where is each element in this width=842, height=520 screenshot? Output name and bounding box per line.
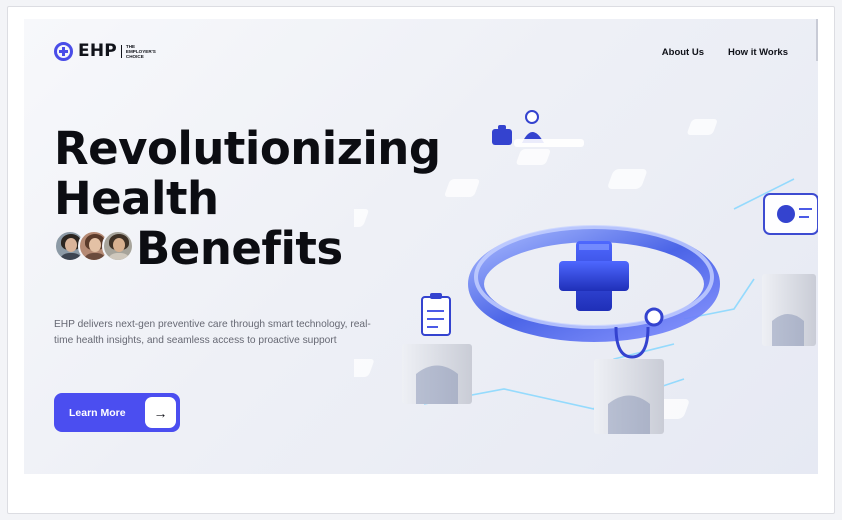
- logo-cross-icon: [54, 41, 73, 61]
- ehp-logo[interactable]: EHP THE EMPLOYER'S CHOICE: [54, 41, 158, 61]
- avatar: [102, 230, 134, 262]
- top-nav: About Us How it Works: [662, 47, 788, 58]
- avatar-group: [54, 230, 134, 262]
- hero-subtext: EHP delivers next-gen preventive care th…: [54, 319, 371, 346]
- medical-cross-icon: [559, 241, 629, 311]
- learn-more-label: Learn More: [69, 406, 126, 419]
- hero-section: EHP THE EMPLOYER'S CHOICE About Us How i…: [24, 19, 818, 474]
- logo-tagline-line: EMPLOYER'S: [125, 48, 156, 54]
- nav-link-how-it-works[interactable]: How it Works: [728, 47, 788, 58]
- nav-link-about-us[interactable]: About Us: [662, 47, 704, 58]
- health-card-icon: [763, 193, 818, 235]
- headline-line-1: Revolutionizing: [54, 122, 441, 175]
- clipboard-pillar: [402, 293, 472, 404]
- headline-line-2: Health: [54, 172, 219, 225]
- health-card-pillar: [762, 193, 818, 346]
- doctor-figure-icon: [492, 110, 584, 147]
- logo-text: EHP: [78, 41, 117, 61]
- headline-line-3-wrap: Benefits: [54, 224, 441, 274]
- nav-edge-divider: [816, 19, 818, 61]
- logo-tagline: THE EMPLOYER'S CHOICE: [126, 44, 158, 59]
- logo-divider: [120, 44, 122, 58]
- learn-more-button[interactable]: Learn More →: [54, 393, 180, 432]
- clipboard-icon: [421, 293, 451, 336]
- logo-tagline-line: CHOICE: [125, 53, 144, 59]
- headline-line-3: Benefits: [136, 222, 343, 275]
- arrow-right-icon: →: [145, 397, 176, 428]
- hero-headline: Revolutionizing Health Benefits: [54, 124, 441, 274]
- browser-frame: EHP THE EMPLOYER'S CHOICE About Us How i…: [7, 6, 835, 514]
